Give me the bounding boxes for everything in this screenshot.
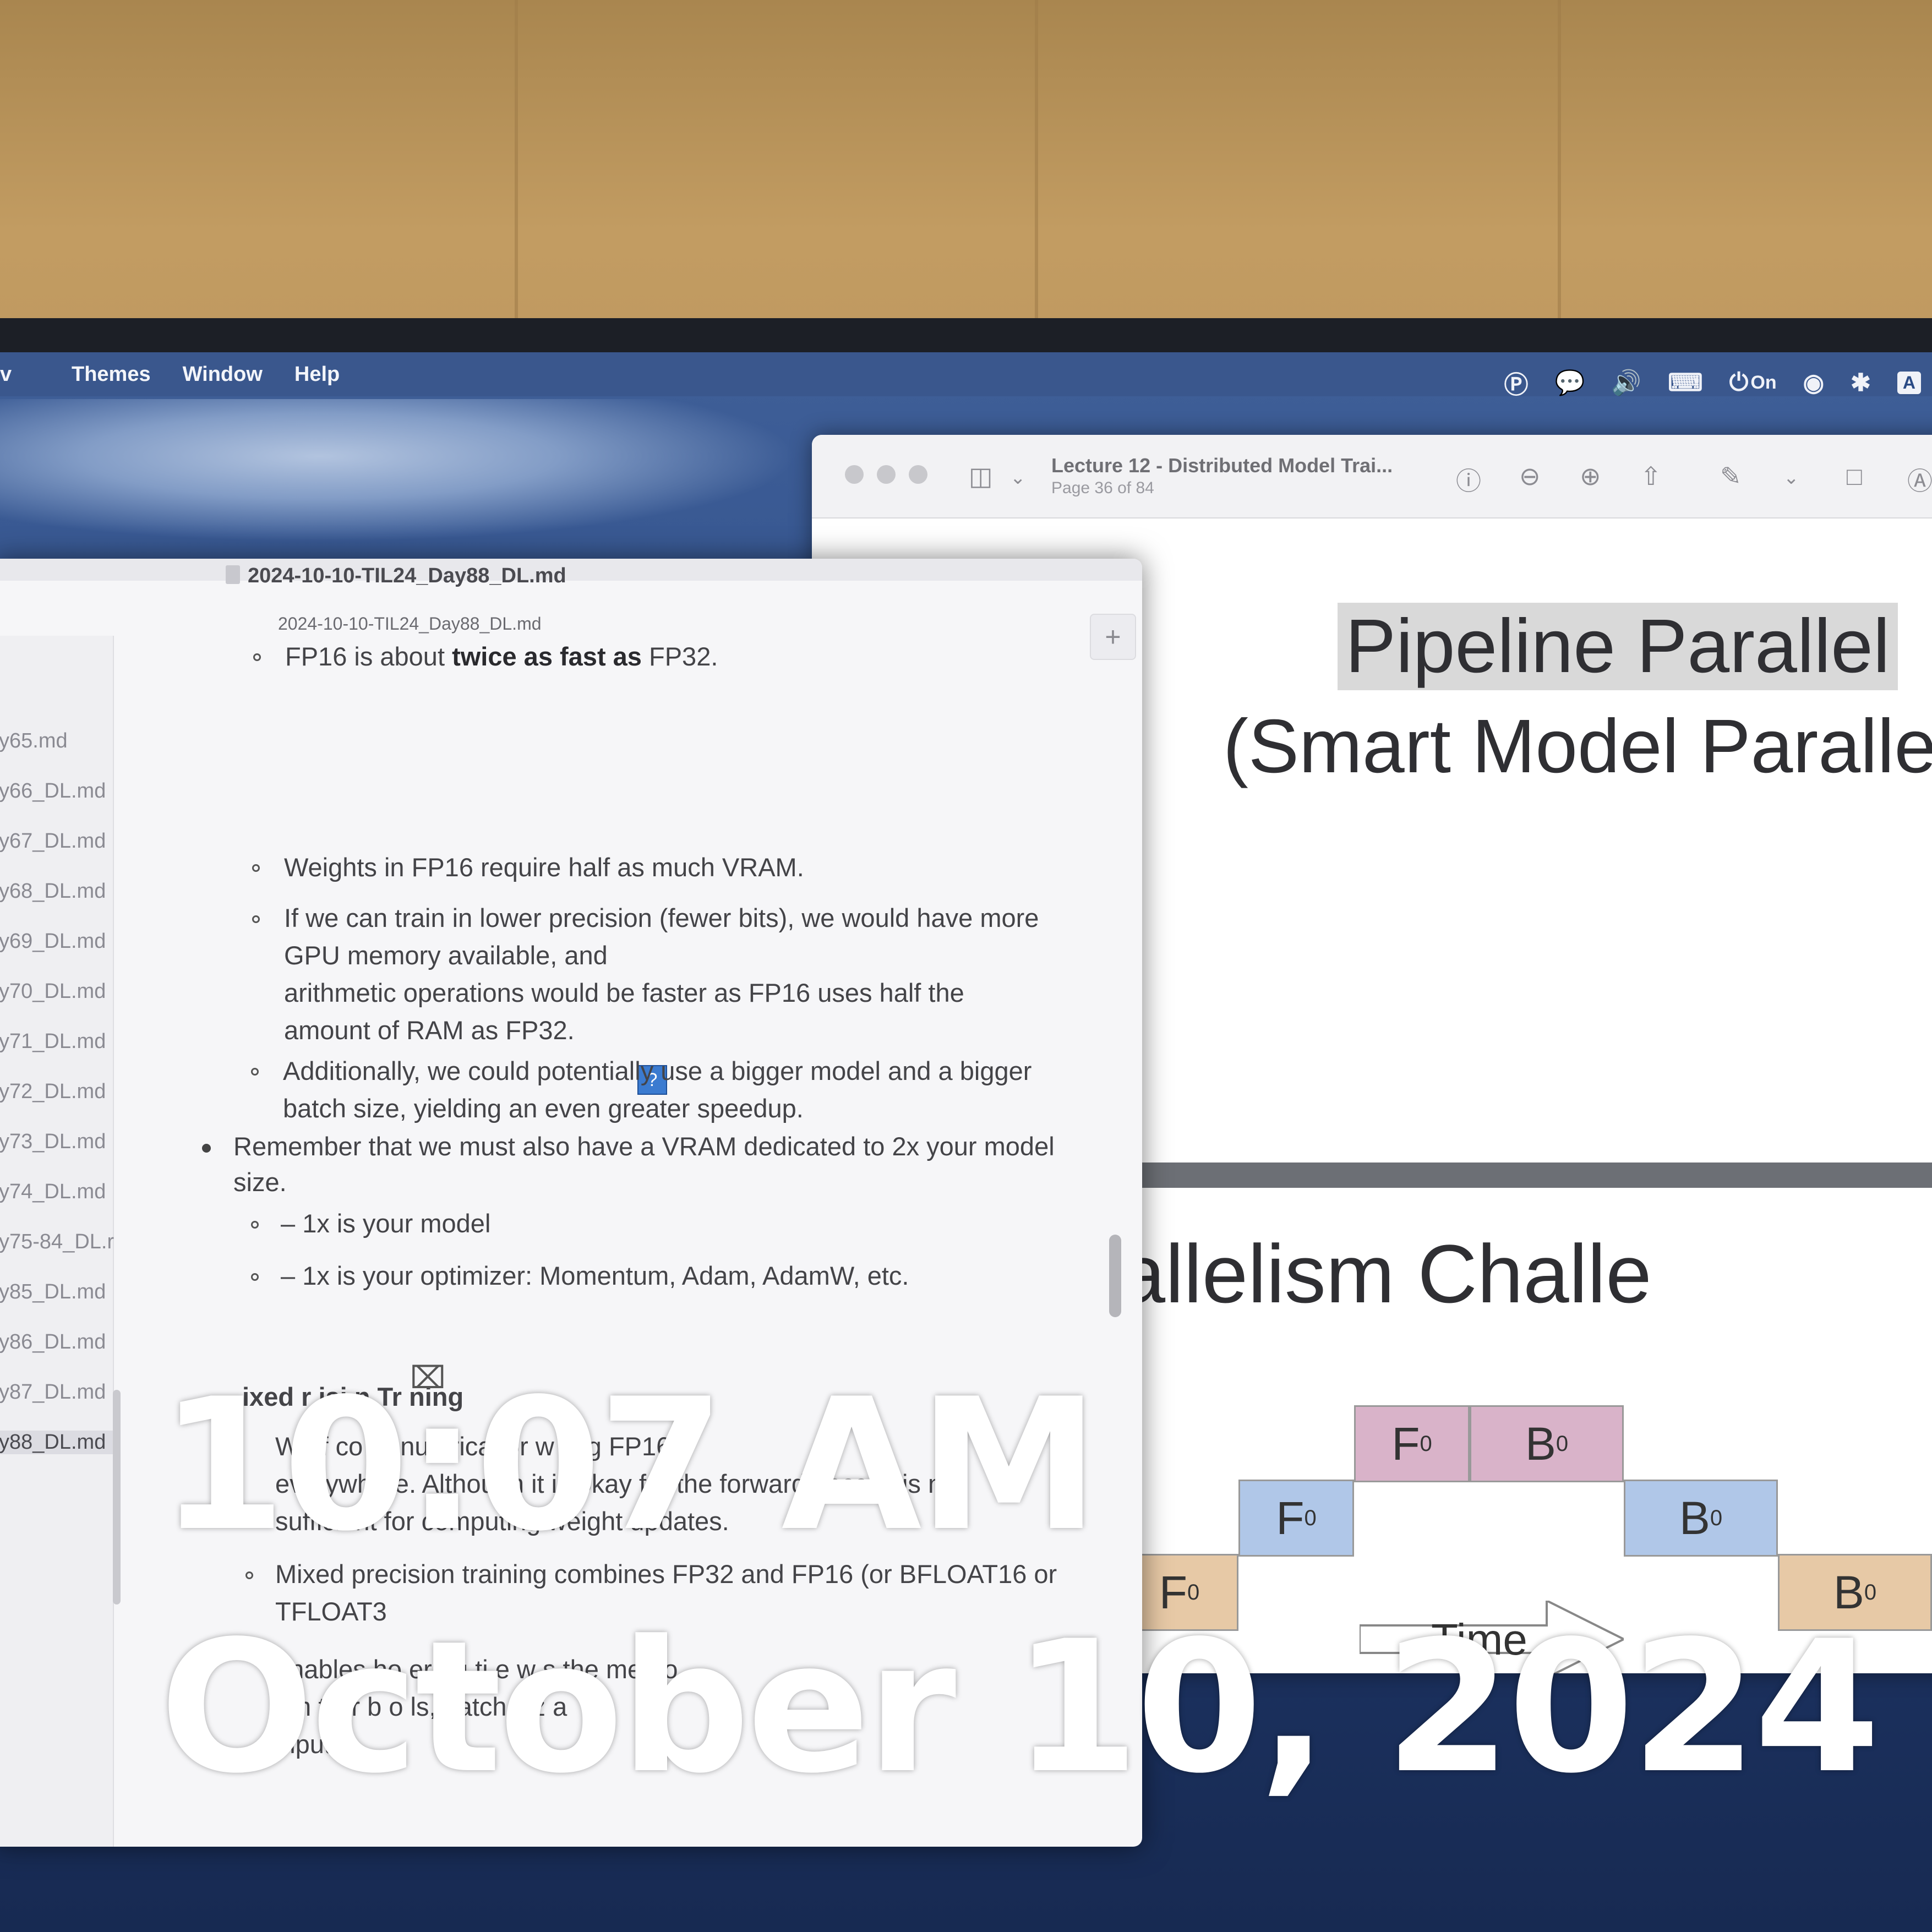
list-item-line: amount of RAM as FP32. xyxy=(284,1016,575,1045)
list-bullet xyxy=(251,1221,259,1229)
list-bullet xyxy=(245,1571,253,1579)
sidebar-file[interactable]: y85_DL.md xyxy=(0,1280,106,1304)
sidebar-file[interactable]: y75-84_DL.r xyxy=(0,1230,114,1254)
status-icons: Ⓟ 💬 🔊 ⌨ ⏻ On ◉ ✱ A xyxy=(1504,352,1921,413)
notification-icon[interactable]: 💬 xyxy=(1554,368,1585,397)
grammarly-icon[interactable]: Ⓟ xyxy=(1504,365,1528,400)
sidebar-toggle-icon[interactable]: ◫ xyxy=(969,461,992,491)
sidebar-file[interactable]: y68_DL.md xyxy=(0,880,106,903)
sidebar-file[interactable]: y71_DL.md xyxy=(0,1030,106,1054)
zoom-out-icon[interactable]: ⊖ xyxy=(1519,461,1541,491)
sidebar-file[interactable]: y73_DL.md xyxy=(0,1130,106,1154)
pipeline-block-f0-gpu2: F0 xyxy=(1238,1480,1354,1557)
sidebar-file[interactable]: y87_DL.md xyxy=(0,1380,106,1404)
preview-title: Lecture 12 - Distributed Model Trai... xyxy=(1051,454,1393,477)
list-item: Weights in FP16 require half as much VRA… xyxy=(284,853,804,882)
power-toggle-label: On xyxy=(1750,372,1777,393)
list-item-line: batch size, yielding an even greater spe… xyxy=(283,1094,804,1123)
document-icon xyxy=(226,565,240,584)
sidebar-scrollbar[interactable] xyxy=(113,1390,121,1604)
wallpaper-wave xyxy=(0,399,798,542)
page-indicator: Page 36 of 84 xyxy=(1051,479,1154,497)
sidebar-file-active[interactable]: y88_DL.md xyxy=(0,1431,117,1454)
list-item: Additionally, we could potentially use a… xyxy=(283,1056,1032,1085)
list-bullet xyxy=(251,1273,259,1281)
list-item: – 1x is your optimizer: Momentum, Adam, … xyxy=(281,1261,909,1290)
list-item: If we can train in lower precision (fewe… xyxy=(284,903,1039,932)
sidebar-file[interactable]: y74_DL.md xyxy=(0,1180,106,1204)
keyboard-icon[interactable]: ⌨ xyxy=(1668,369,1703,397)
menu-item-themes[interactable]: Themes xyxy=(72,363,151,386)
editor-tab-title[interactable]: 2024-10-10-TIL24_Day88_DL.md xyxy=(248,564,566,588)
slide-subtitle: (Smart Model Paralle xyxy=(1223,704,1932,789)
sidebar-file[interactable]: y72_DL.md xyxy=(0,1080,106,1104)
wall-panel-seam xyxy=(1558,0,1561,352)
list-bullet xyxy=(253,653,261,661)
annotate-icon[interactable]: Ⓐ xyxy=(1907,461,1932,498)
sidebar-file[interactable]: y66_DL.md xyxy=(0,779,106,803)
pipeline-block-b0-gpu2: B0 xyxy=(1624,1480,1778,1557)
list-item: – 1x is your model xyxy=(281,1209,491,1238)
list-bullet xyxy=(252,915,260,923)
markup-pen-icon[interactable]: ✎ xyxy=(1720,461,1742,491)
list-bullet xyxy=(252,864,260,872)
menu-item-partial[interactable]: v xyxy=(0,363,12,386)
timestamp-date: October 10, 2024 xyxy=(160,1602,1880,1813)
menu-item-help[interactable]: Help xyxy=(294,363,340,386)
wall-panel-seam xyxy=(1035,0,1038,352)
editor-titlebar xyxy=(0,559,1142,581)
sidebar-file[interactable]: y65.md xyxy=(0,729,68,753)
add-button[interactable]: + xyxy=(1090,614,1136,660)
chevron-down-icon[interactable]: ⌄ xyxy=(1010,467,1026,489)
airdrop-icon[interactable]: ◉ xyxy=(1803,369,1824,397)
rotate-icon[interactable]: □ xyxy=(1847,461,1862,491)
sidebar-file[interactable]: y86_DL.md xyxy=(0,1330,106,1354)
list-bullet xyxy=(202,1144,211,1153)
pipeline-block-f0-gpu3: F0 xyxy=(1354,1405,1470,1482)
list-bullet xyxy=(251,1068,259,1076)
document-heading: 2024-10-10-TIL24_Day88_DL.md xyxy=(278,614,542,634)
input-source-icon[interactable]: A xyxy=(1897,371,1921,394)
close-button[interactable] xyxy=(845,465,864,484)
chevron-down-icon[interactable]: ⌄ xyxy=(1783,467,1799,489)
list-item: Remember that we must also have a VRAM d… xyxy=(233,1132,1055,1161)
share-icon[interactable]: ⇧ xyxy=(1640,461,1662,491)
menu-item-window[interactable]: Window xyxy=(183,363,263,386)
list-item-line: arithmetic operations would be faster as… xyxy=(284,978,964,1007)
info-icon[interactable]: ⓘ xyxy=(1456,461,1481,498)
pipeline-block-b0-gpu3: B0 xyxy=(1470,1405,1624,1482)
timestamp-time: 10:07 AM xyxy=(160,1360,1099,1571)
editor-scrollbar[interactable] xyxy=(1109,1235,1121,1317)
list-item-line: size. xyxy=(233,1167,287,1197)
power-toggle-icon[interactable]: ⏻ On xyxy=(1729,369,1777,396)
zoom-button[interactable] xyxy=(909,465,927,484)
list-item: FP16 is about twice as fast as FP32. xyxy=(285,642,718,671)
zoom-in-icon[interactable]: ⊕ xyxy=(1580,461,1601,491)
sidebar-file[interactable]: y67_DL.md xyxy=(0,829,106,853)
bluetooth-icon[interactable]: ✱ xyxy=(1851,369,1871,397)
file-sidebar: y65.md y66_DL.md y67_DL.md y68_DL.md y69… xyxy=(0,636,117,1847)
minimize-button[interactable] xyxy=(877,465,896,484)
preview-toolbar: ◫ ⌄ Lecture 12 - Distributed Model Trai.… xyxy=(812,435,1932,519)
sidebar-file[interactable]: y69_DL.md xyxy=(0,930,106,953)
slide-title: Pipeline Parallel xyxy=(1338,603,1898,690)
sidebar-file[interactable]: y70_DL.md xyxy=(0,980,106,1003)
menubar: v Themes Window Help Ⓟ 💬 🔊 ⌨ ⏻ On ◉ ✱ A xyxy=(0,352,1932,399)
list-item-line: GPU memory available, and xyxy=(284,941,608,970)
wall-panel-seam xyxy=(515,0,518,352)
volume-icon[interactable]: 🔊 xyxy=(1611,368,1641,397)
